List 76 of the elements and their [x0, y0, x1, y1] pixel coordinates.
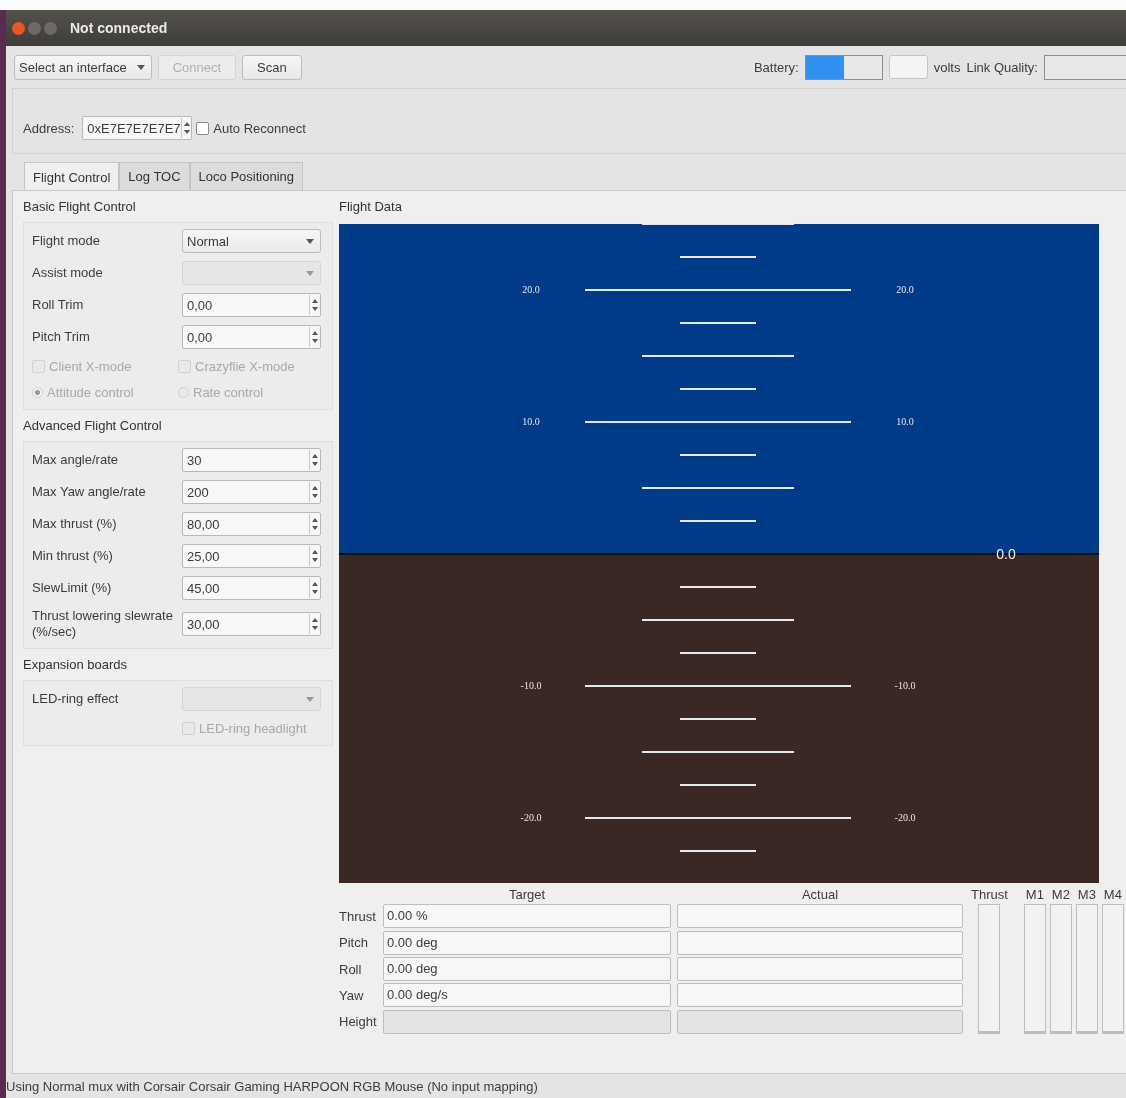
spin-arrows-icon[interactable] — [309, 614, 320, 634]
row-label: Height — [339, 1014, 377, 1030]
group-title: Advanced Flight Control — [23, 418, 163, 433]
bar-label: Thrust — [971, 887, 1008, 902]
tab[interactable]: Flight Control — [24, 162, 120, 190]
pitch-label: -10.0 — [520, 680, 542, 691]
row-label: Pitch — [339, 935, 369, 951]
pitch-label: 10.0 — [896, 416, 914, 427]
bar-label: M3 — [1077, 887, 1096, 902]
spin-arrows-icon[interactable] — [309, 482, 320, 502]
pitch-label: -20.0 — [894, 812, 916, 823]
field-label: Max thrust (%) — [32, 516, 118, 532]
spin-box[interactable]: 80,00 — [182, 512, 321, 536]
row-label: Thrust — [339, 909, 377, 924]
caret-icon — [136, 64, 145, 70]
spin-box[interactable]: 30 — [182, 448, 321, 472]
field-label: LED-ring effect — [32, 691, 120, 707]
interface-dropdown[interactable]: Select an interface — [14, 54, 152, 80]
column-header: Target — [507, 887, 547, 903]
spin-box[interactable]: 0,00 — [182, 293, 321, 317]
row-label: Roll — [339, 961, 363, 977]
spin-arrows-icon[interactable] — [180, 118, 192, 138]
bar-label: M2 — [1051, 887, 1070, 902]
bar-label: M4 — [1103, 887, 1122, 902]
field-label: Flight mode — [32, 233, 101, 249]
field-label: Pitch Trim — [32, 329, 91, 345]
pitch-label: 20.0 — [522, 284, 540, 295]
caret-icon — [306, 238, 314, 244]
spin-arrows-icon[interactable] — [309, 578, 320, 598]
field-label: SlewLimit (%) — [32, 580, 113, 596]
address-label: Address: — [23, 120, 75, 136]
volts-label: volts — [933, 59, 961, 75]
field-label: Assist mode — [32, 265, 104, 281]
caret-icon — [306, 696, 314, 702]
group-title: Expansion boards — [23, 657, 129, 672]
field-label: Min thrust (%) — [32, 548, 114, 564]
spin-box[interactable]: 0,00 — [182, 325, 321, 349]
target-field: 0.00 deg — [383, 957, 671, 982]
field-label: Thrust lowering slewrate (%/sec) — [32, 608, 174, 640]
target-field: 0.00 deg — [383, 930, 671, 955]
caret-icon — [306, 270, 314, 276]
auto-reconnect-checkbox[interactable]: Auto Reconnect — [196, 120, 306, 136]
field-label: Roll Trim — [32, 297, 85, 313]
row-label: Yaw — [339, 988, 365, 1003]
address-field[interactable]: 0xE7E7E7E7E7 — [82, 116, 193, 140]
volts-field — [888, 55, 928, 79]
bar-label: M1 — [1025, 887, 1044, 902]
tab[interactable]: Loco Positioning — [189, 162, 303, 190]
link-quality-label: Link Quality: — [966, 59, 1038, 75]
spin-box[interactable]: 200 — [182, 480, 321, 504]
pitch-label: -20.0 — [520, 812, 542, 823]
target-field: 0.00 % — [383, 904, 671, 929]
target-field: 0.00 deg/s — [383, 983, 671, 1008]
spin-arrows-icon[interactable] — [309, 450, 320, 470]
section-title: Flight Data — [339, 199, 403, 214]
pitch-label: 20.0 — [896, 284, 914, 295]
battery-label: Battery: — [753, 59, 799, 75]
spin-arrows-icon[interactable] — [309, 295, 320, 315]
pitch-label: -10.0 — [894, 680, 916, 691]
scan-button[interactable]: Scan — [242, 54, 302, 80]
close-icon[interactable] — [12, 21, 25, 35]
spin-box[interactable]: 25,00 — [182, 544, 321, 568]
tab[interactable]: Log TOC — [119, 162, 190, 190]
column-header: Actual — [800, 887, 840, 903]
pitch-label: 10.0 — [522, 416, 540, 427]
field-label: Max Yaw angle/rate — [32, 484, 147, 500]
dropdown[interactable]: Normal — [182, 229, 321, 253]
window-title: Not connected — [70, 20, 168, 36]
spin-box[interactable]: 45,00 — [182, 576, 321, 600]
altitude-reading: 0.0 — [996, 546, 1016, 562]
spin-arrows-icon[interactable] — [309, 514, 320, 534]
spin-arrows-icon[interactable] — [309, 546, 320, 566]
spin-box[interactable]: 30,00 — [182, 612, 321, 636]
spin-arrows-icon[interactable] — [309, 327, 320, 347]
field-label: Max angle/rate — [32, 452, 119, 468]
group-title: Basic Flight Control — [23, 199, 137, 214]
